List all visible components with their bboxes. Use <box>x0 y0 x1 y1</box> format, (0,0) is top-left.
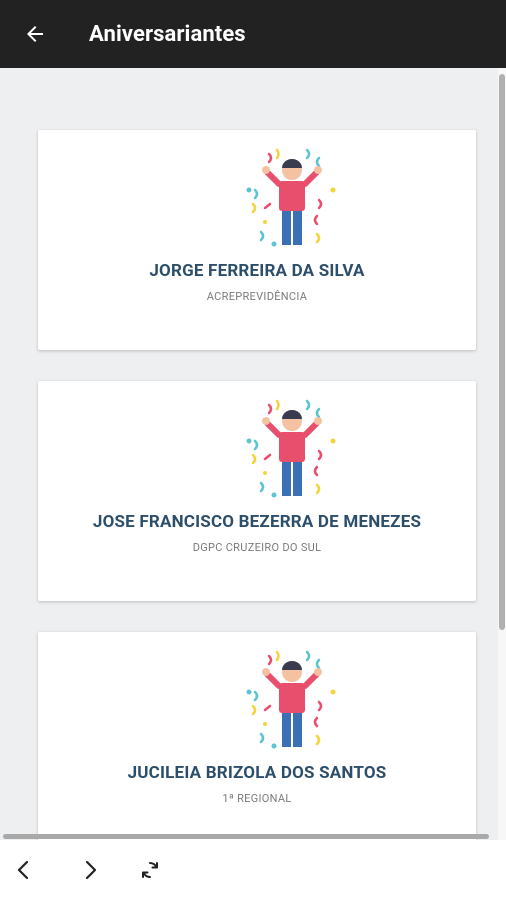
horizontal-scrollbar[interactable] <box>3 834 489 839</box>
nav-back-button[interactable] <box>4 850 44 890</box>
app-bar: Aniversariantes <box>0 0 506 68</box>
refresh-icon <box>142 862 158 878</box>
page-title: Aniversariantes <box>89 21 246 47</box>
birthday-person-name: JOSE FRANCISCO BEZERRA DE MENEZES <box>92 512 422 532</box>
birthday-card[interactable]: JOSE FRANCISCO BEZERRA DE MENEZES DGPC C… <box>38 381 476 601</box>
bottom-navigation-bar <box>0 840 506 900</box>
nav-forward-button[interactable] <box>70 850 110 890</box>
celebration-person-icon <box>246 148 336 247</box>
birthday-card[interactable]: JUCILEIA BRIZOLA DOS SANTOS 1ª REGIONAL <box>38 632 476 840</box>
vertical-scrollbar-thumb[interactable] <box>499 74 505 630</box>
birthday-person-name: JUCILEIA BRIZOLA DOS SANTOS <box>127 763 387 783</box>
refresh-button[interactable] <box>130 850 170 890</box>
birthday-person-name: JORGE FERREIRA DA SILVA <box>149 261 365 281</box>
celebration-person-icon <box>246 399 336 498</box>
celebration-person-icon <box>246 650 336 749</box>
chevron-right-icon <box>85 860 97 880</box>
birthday-person-organization: DGPC CRUZEIRO DO SUL <box>192 541 322 554</box>
birthday-card[interactable]: JORGE FERREIRA DA SILVA ACREPREVIDÊNCIA <box>38 130 476 350</box>
birthday-list[interactable]: JORGE FERREIRA DA SILVA ACREPREVIDÊNCIA <box>0 68 506 840</box>
birthday-person-organization: ACREPREVIDÊNCIA <box>206 290 308 303</box>
arrow-left-icon <box>27 26 43 42</box>
chevron-left-icon <box>17 860 29 880</box>
birthday-person-organization: 1ª REGIONAL <box>222 792 292 805</box>
back-button[interactable] <box>17 16 53 52</box>
